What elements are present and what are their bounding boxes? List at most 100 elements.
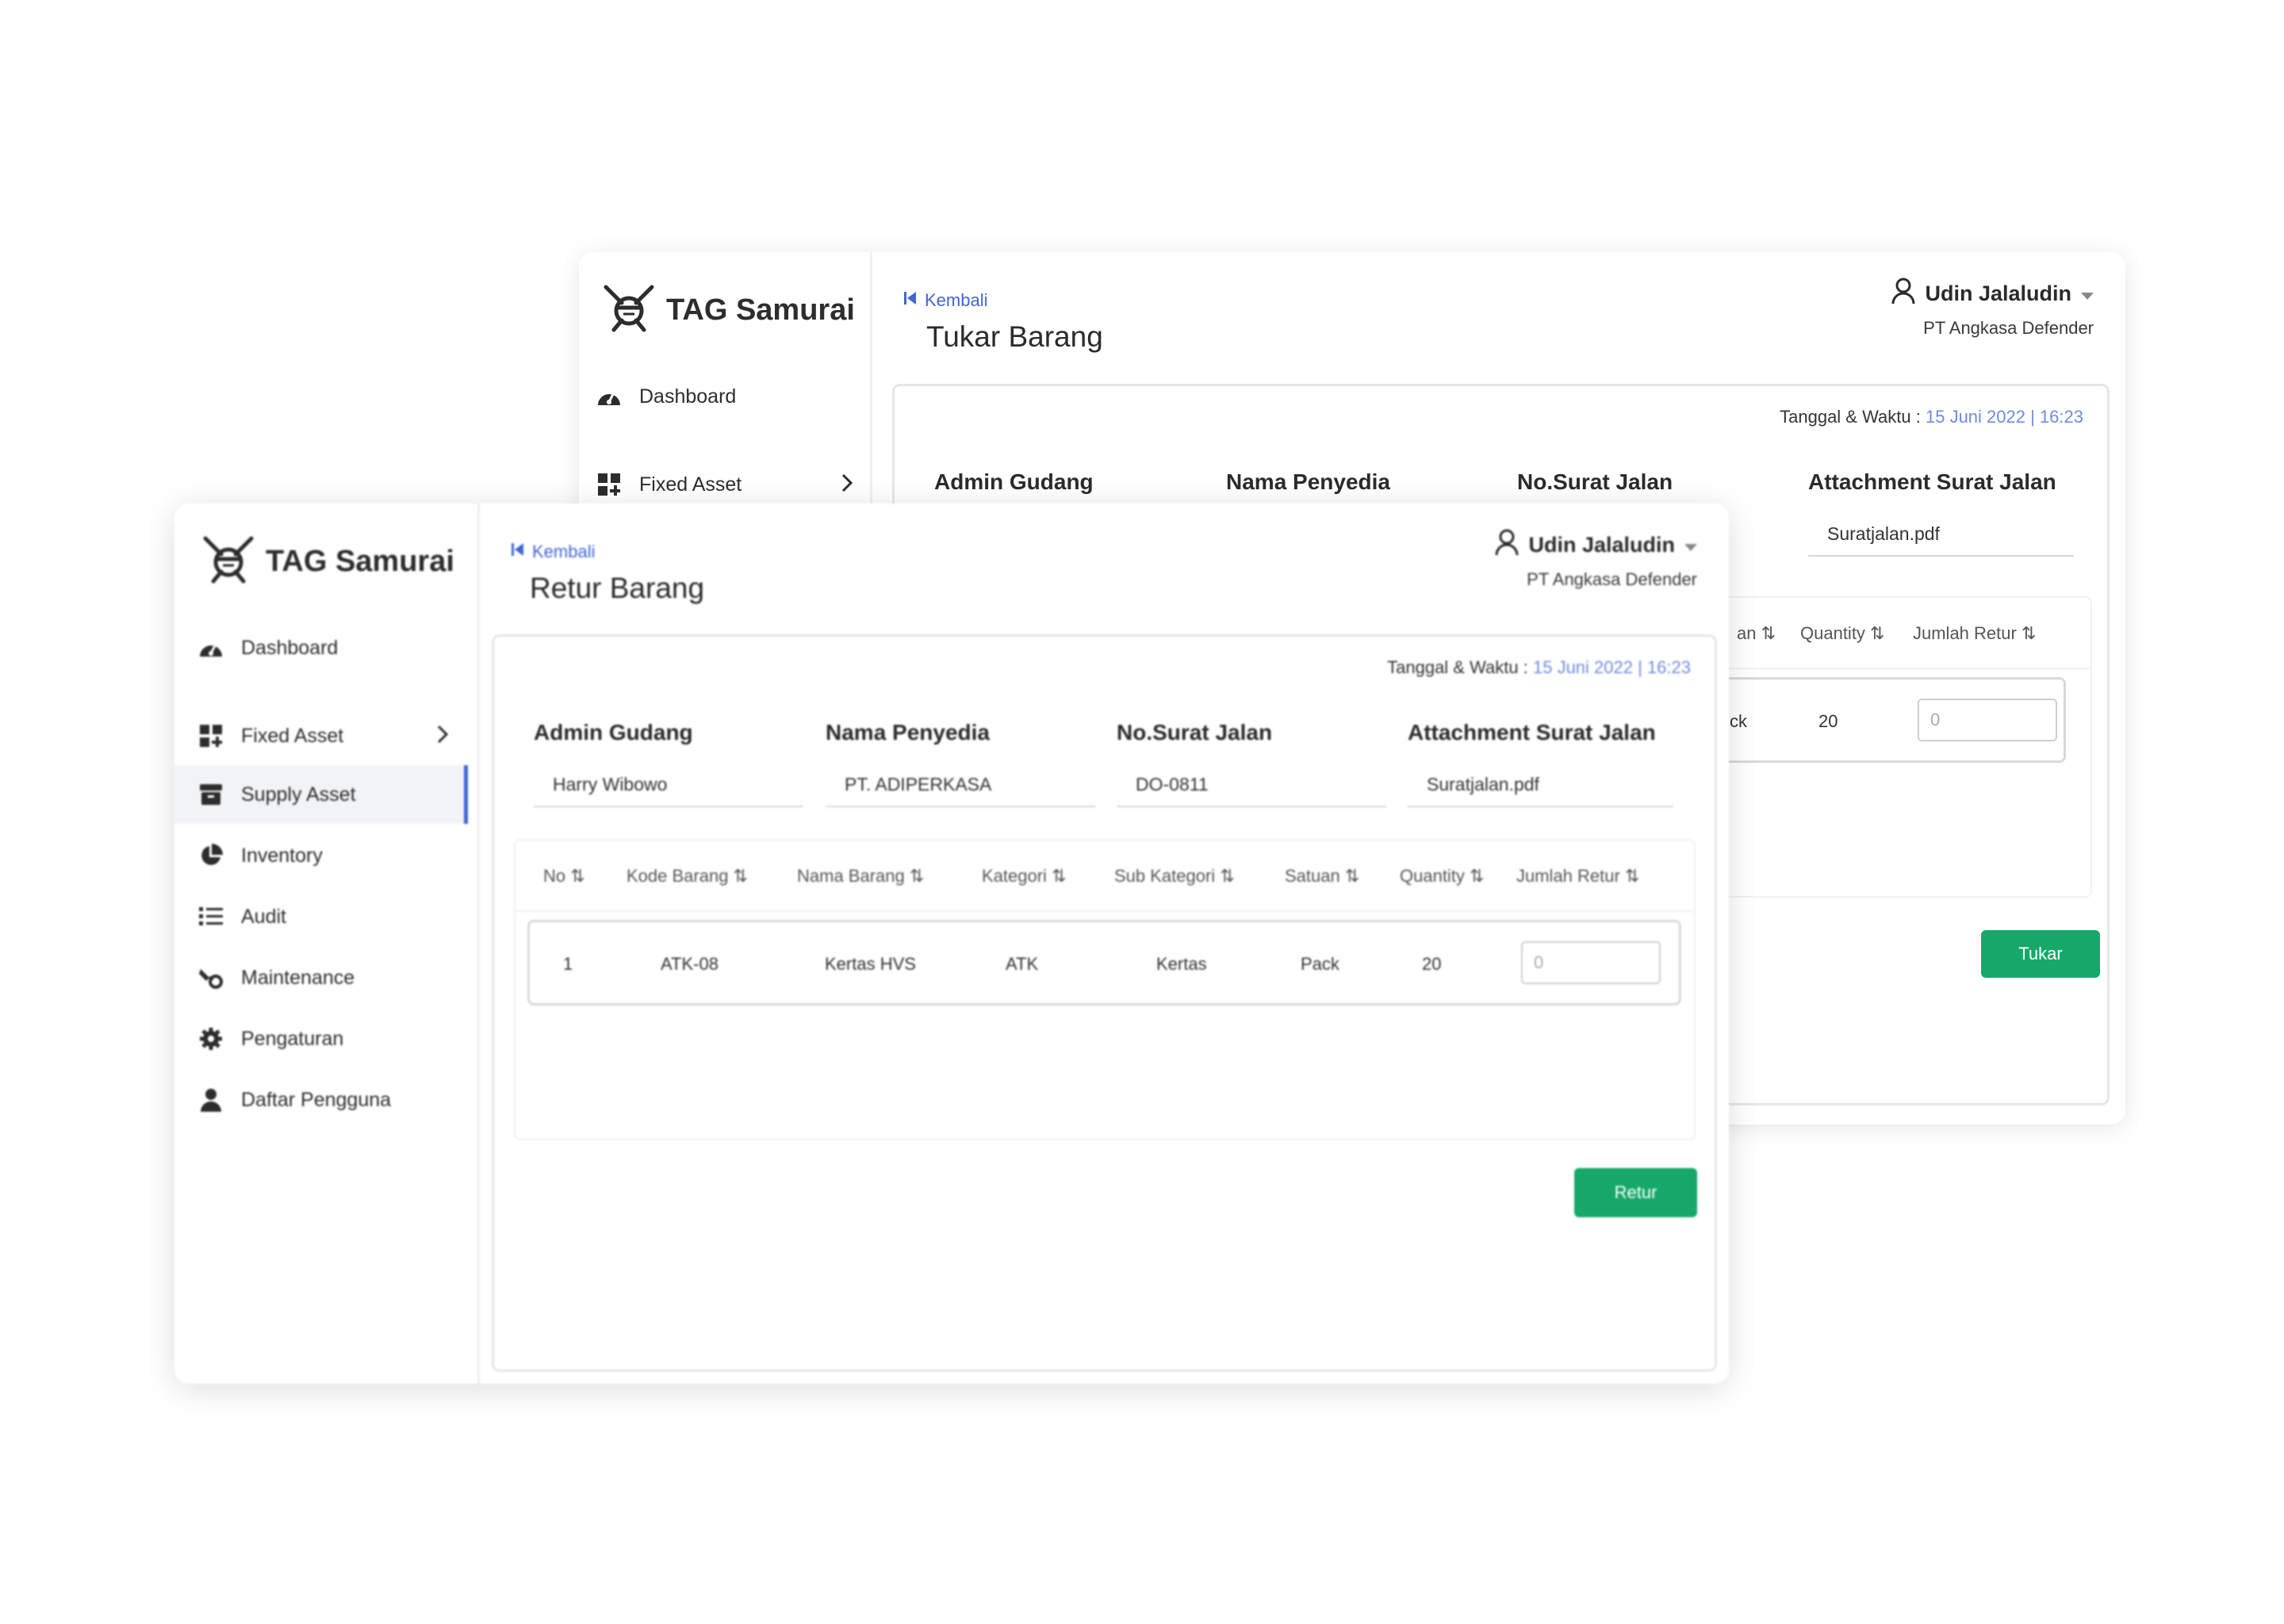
- nav-item-maintenance[interactable]: Maintenance: [174, 948, 468, 1007]
- field-admin-gudang: Admin Gudang: [934, 469, 1204, 495]
- nav-item-audit[interactable]: Audit: [174, 887, 468, 946]
- nav-label: Supply Asset: [241, 783, 356, 806]
- table-row: 1 ATK-08 Kertas HVS ATK Kertas Pack 20 0: [527, 920, 1681, 1005]
- samurai-logo-icon: [603, 284, 655, 337]
- user-company: PT Angkasa Defender: [1923, 318, 2094, 338]
- user-name: Udin Jalaludin: [1925, 282, 2071, 305]
- nav-label: Maintenance: [241, 966, 355, 989]
- date-value: 15 Juni 2022: [1532, 657, 1633, 677]
- back-arrow-icon: [512, 542, 524, 562]
- field-no-surat-jalan: No.Surat Jalan DO-0811: [1117, 720, 1386, 807]
- th-quantity: Quantity ⇅: [1800, 623, 1885, 643]
- retur-button[interactable]: Retur: [1574, 1168, 1697, 1217]
- no-surat-jalan-input[interactable]: DO-0811: [1117, 763, 1386, 807]
- datetime: Tanggal & Waktu : 15 Juni 2022 | 16:23: [1780, 407, 2083, 427]
- time-value: 16:23: [1646, 657, 1691, 677]
- user-icon: [1495, 529, 1519, 561]
- field-label: Attachment Surat Jalan: [1808, 469, 2056, 494]
- field-label: Nama Penyedia: [826, 720, 990, 745]
- cell-nama-barang: Kertas HVS: [825, 954, 916, 974]
- brand-name: TAG Samurai: [266, 545, 454, 578]
- nav-item-inventory[interactable]: Inventory: [174, 826, 468, 885]
- brand-logo[interactable]: TAG Samurai: [202, 535, 454, 588]
- maintenance-icon: [197, 963, 225, 992]
- back-link[interactable]: Kembali: [512, 542, 595, 562]
- user-list-icon: [197, 1086, 225, 1114]
- inventory-icon: [197, 841, 225, 870]
- item-table: No ⇅ Kode Barang ⇅ Nama Barang ⇅ Kategor…: [514, 839, 1696, 1140]
- field-nama-penyedia: Nama Penyedia: [1226, 469, 1496, 495]
- brand-name: TAG Samurai: [666, 293, 855, 327]
- cell-no: 1: [563, 954, 573, 974]
- caret-down-icon: [1684, 533, 1697, 557]
- attachment-input[interactable]: Suratjalan.pdf: [1408, 763, 1673, 807]
- user-menu[interactable]: Udin Jalaludin PT Angkasa Defender: [1495, 529, 1697, 590]
- user-company: PT Angkasa Defender: [1527, 569, 1697, 589]
- sidebar: TAG Samurai Dashboard Fixed Asset Supply…: [174, 504, 480, 1384]
- user-icon: [1891, 278, 1915, 310]
- datetime-label: Tanggal & Waktu: [1387, 657, 1519, 677]
- nav-label: Fixed Asset: [241, 724, 344, 747]
- th-quantity[interactable]: Quantity ⇅: [1400, 866, 1484, 887]
- nav-label: Daftar Pengguna: [241, 1088, 392, 1111]
- datetime: Tanggal & Waktu : 15 Juni 2022 | 16:23: [1387, 657, 1691, 677]
- th-kategori[interactable]: Kategori ⇅: [982, 866, 1067, 887]
- tukar-button[interactable]: Tukar: [1981, 930, 2100, 978]
- th-kode-barang[interactable]: Kode Barang ⇅: [627, 866, 748, 887]
- field-label: Admin Gudang: [534, 720, 693, 745]
- field-no-surat-jalan: No.Surat Jalan: [1517, 469, 1787, 495]
- page-title: Tukar Barang: [926, 320, 1103, 353]
- th-nama-barang[interactable]: Nama Barang ⇅: [797, 866, 924, 887]
- user-menu[interactable]: Udin Jalaludin PT Angkasa Defender: [1891, 278, 2094, 339]
- attachment-input[interactable]: Suratjalan.pdf: [1808, 512, 2074, 557]
- datetime-label: Tanggal & Waktu: [1780, 407, 1911, 427]
- th-satuan[interactable]: Satuan ⇅: [1285, 866, 1359, 887]
- nav-item-daftar-pengguna[interactable]: Daftar Pengguna: [174, 1071, 468, 1129]
- nav-label: Dashboard: [241, 636, 339, 659]
- nav-label: Audit: [241, 905, 286, 928]
- th-jumlah-retur: Jumlah Retur ⇅: [1913, 623, 2037, 643]
- cell-sub-kategori: Kertas: [1156, 954, 1207, 974]
- back-link[interactable]: Kembali: [904, 290, 987, 311]
- nav-item-pengaturan[interactable]: Pengaturan: [174, 1009, 468, 1068]
- nav-item-dashboard[interactable]: Dashboard: [579, 367, 872, 426]
- th-jumlah-retur[interactable]: Jumlah Retur ⇅: [1516, 866, 1639, 887]
- settings-icon: [197, 1025, 225, 1053]
- field-label: Attachment Surat Jalan: [1408, 720, 1656, 745]
- nav-label: Inventory: [241, 844, 323, 867]
- nav-item-supply-asset[interactable]: Supply Asset: [174, 765, 468, 824]
- date-value: 15 Juni 2022: [1925, 407, 2025, 427]
- field-attachment: Attachment Surat Jalan Suratjalan.pdf: [1408, 720, 1673, 807]
- fixed-asset-icon: [197, 722, 225, 750]
- th-no[interactable]: No ⇅: [543, 866, 585, 887]
- cell-quantity: 20: [1818, 711, 1838, 731]
- cell-kategori: ATK: [1006, 954, 1039, 974]
- dashboard-icon: [595, 382, 623, 411]
- supply-asset-icon: [197, 780, 225, 809]
- caret-down-icon: [2081, 282, 2094, 306]
- nav-label: Fixed Asset: [639, 473, 742, 496]
- page-title: Retur Barang: [530, 572, 705, 604]
- nav-item-fixed-asset[interactable]: Fixed Asset: [174, 707, 468, 765]
- field-label: Admin Gudang: [934, 469, 1094, 494]
- jumlah-retur-input[interactable]: 0: [1918, 699, 2057, 741]
- field-nama-penyedia: Nama Penyedia PT. ADIPERKASA: [826, 720, 1095, 807]
- chevron-right-icon: [436, 724, 449, 750]
- nama-penyedia-input[interactable]: PT. ADIPERKASA: [826, 763, 1095, 807]
- back-label: Kembali: [925, 290, 988, 310]
- th-satuan: an ⇅: [1737, 623, 1776, 643]
- admin-gudang-input[interactable]: Harry Wibowo: [534, 763, 803, 807]
- time-value: 16:23: [2039, 407, 2083, 427]
- nav-item-dashboard[interactable]: Dashboard: [174, 619, 468, 677]
- nav-label: Pengaturan: [241, 1027, 344, 1050]
- chevron-right-icon: [841, 473, 853, 499]
- cell-satuan: ck: [1730, 711, 1747, 731]
- form-panel: Tanggal & Waktu : 15 Juni 2022 | 16:23 A…: [492, 634, 1717, 1372]
- th-sub-kategori[interactable]: Sub Kategori ⇅: [1114, 866, 1235, 887]
- jumlah-retur-input[interactable]: 0: [1521, 941, 1661, 984]
- cell-quantity: 20: [1422, 954, 1442, 974]
- brand-logo[interactable]: TAG Samurai: [603, 284, 855, 337]
- fixed-asset-icon: [595, 470, 623, 499]
- field-admin-gudang: Admin Gudang Harry Wibowo: [534, 720, 803, 807]
- retur-barang-window: TAG Samurai Dashboard Fixed Asset Supply…: [174, 504, 1729, 1384]
